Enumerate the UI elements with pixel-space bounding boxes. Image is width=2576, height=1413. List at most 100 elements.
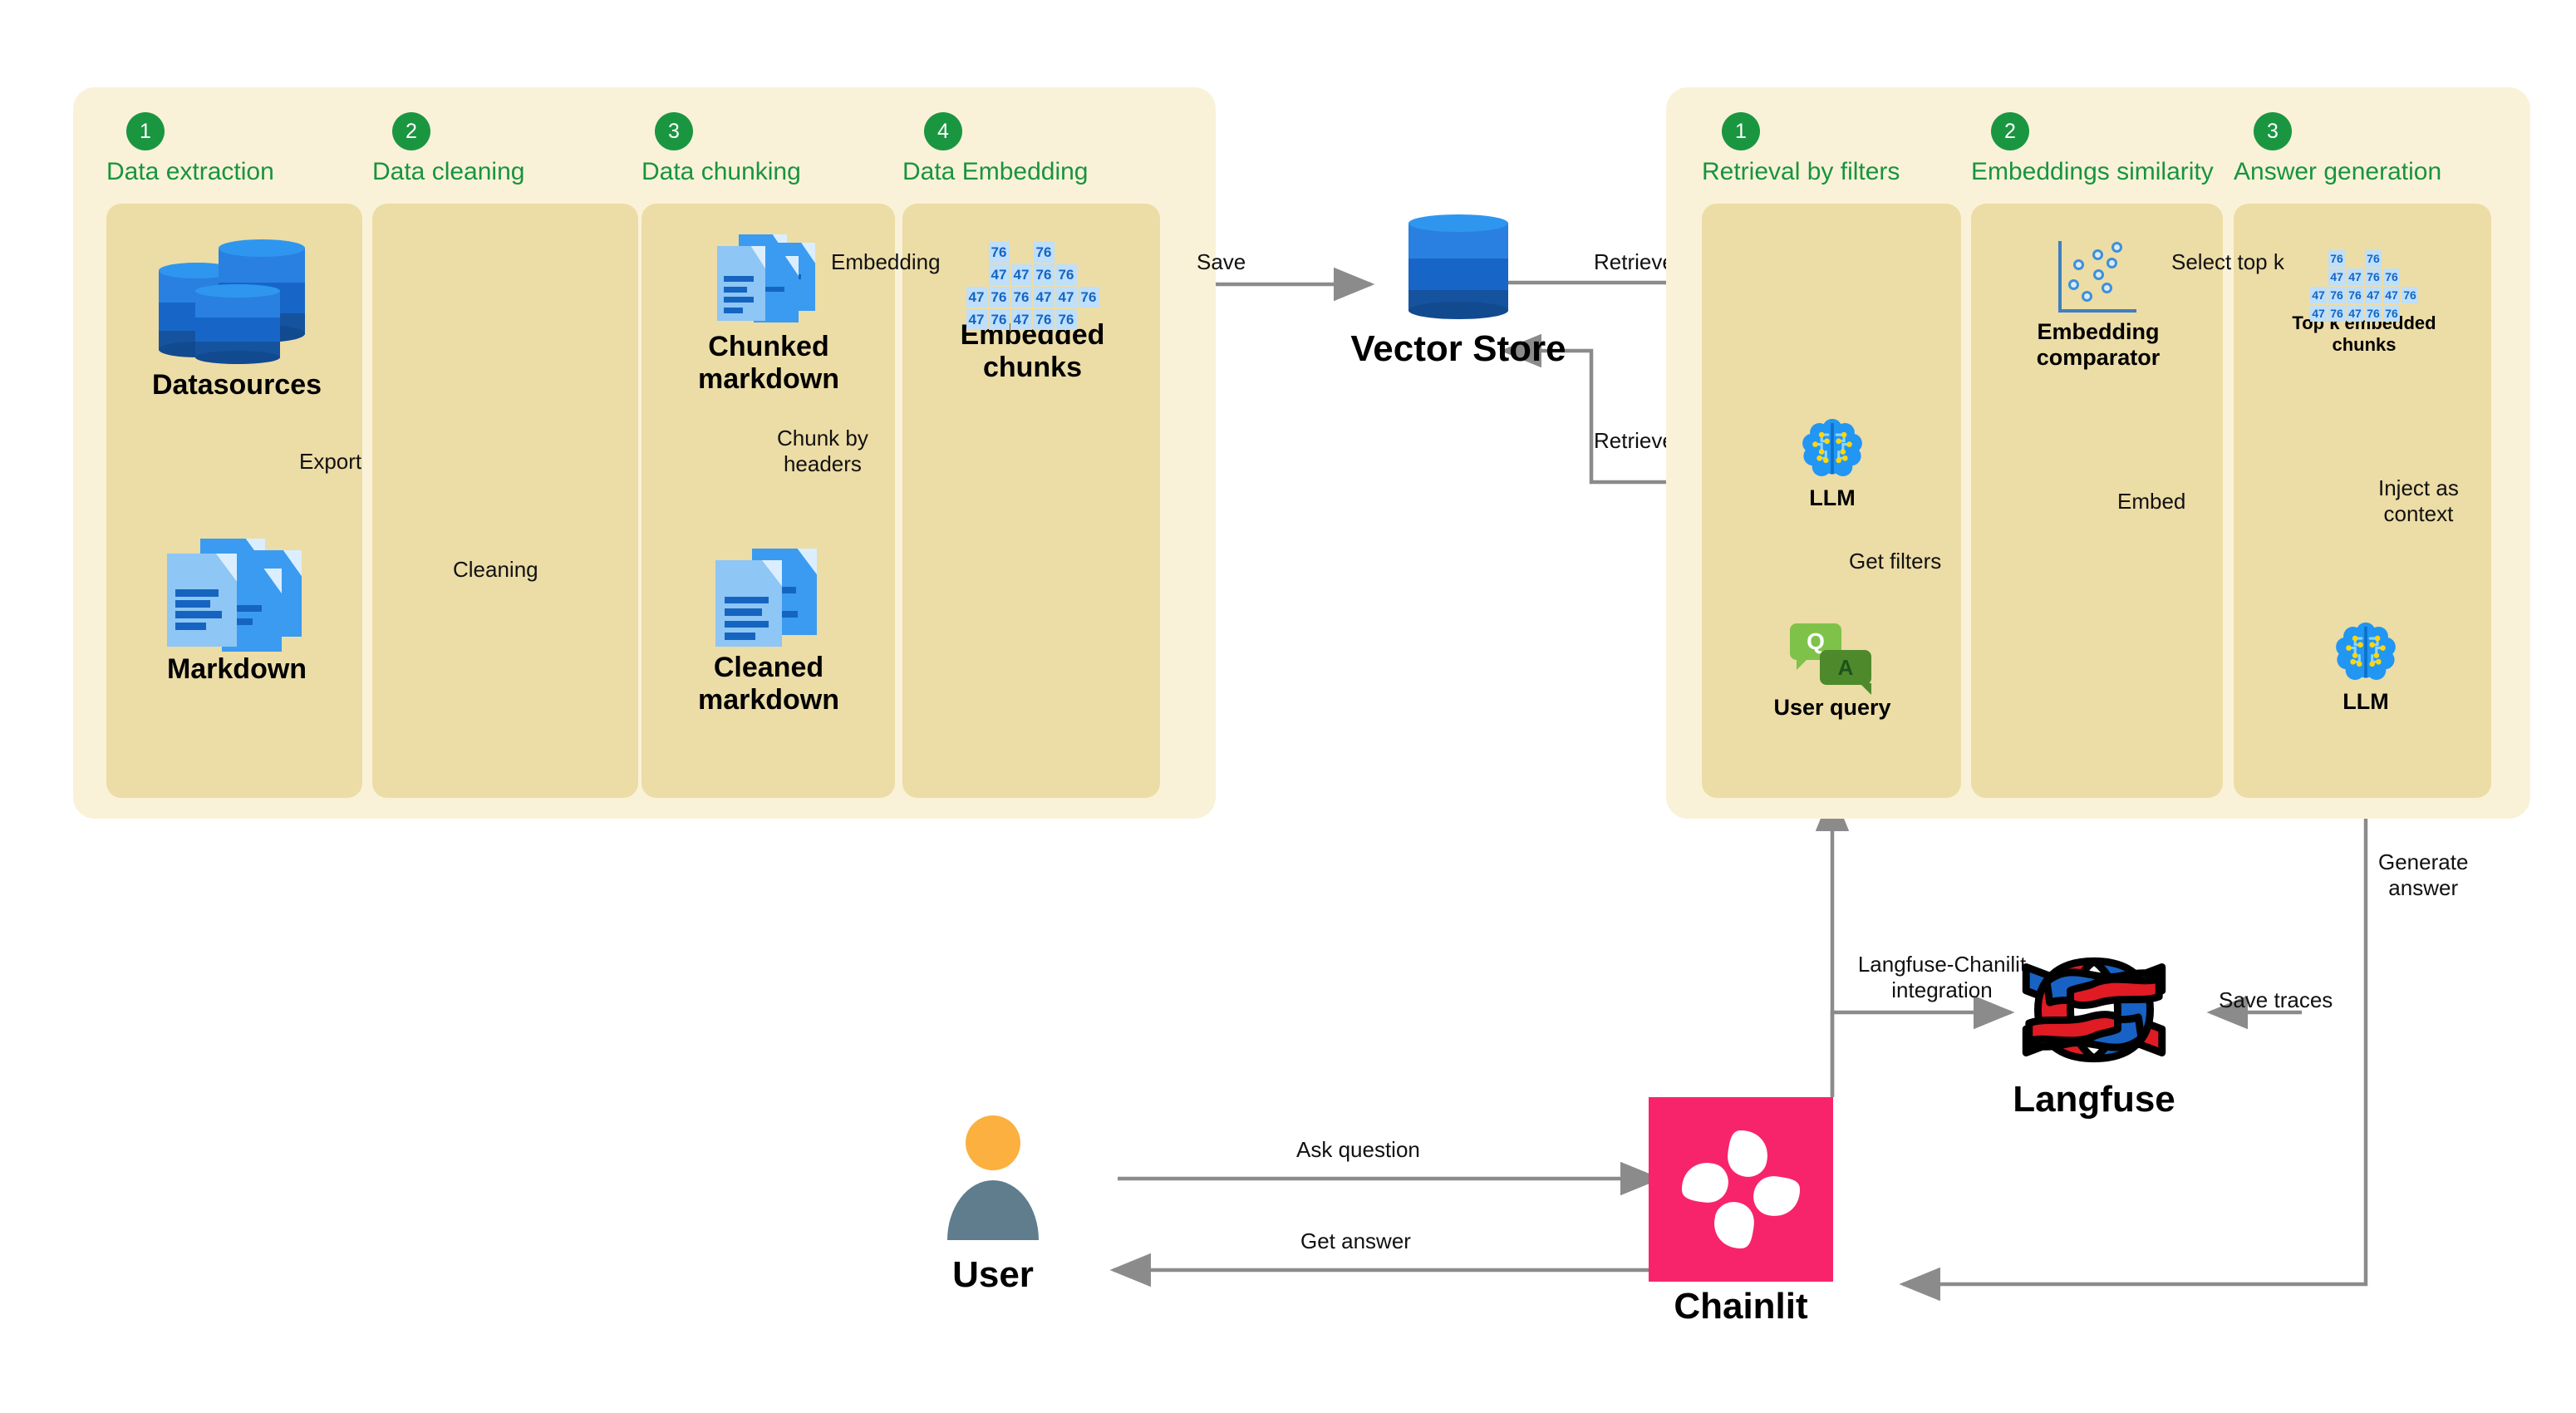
tile-grid: .76.76...47477676.4776764747764776477676… bbox=[2293, 249, 2435, 322]
tile-gap: . bbox=[1056, 242, 1077, 263]
tile-number: 76 bbox=[1033, 309, 1054, 330]
tile-number: 76 bbox=[988, 309, 1010, 330]
tile-gap: . bbox=[1079, 242, 1099, 263]
embedded-chunks-tile-grid-icon: .76.76...47477676.4776764747764776477676… bbox=[950, 241, 1116, 330]
tile-number: 76 bbox=[1055, 264, 1077, 285]
brain-icon bbox=[1798, 416, 1866, 484]
tile-number: 47 bbox=[988, 264, 1010, 285]
scatter-plot-icon bbox=[2055, 239, 2141, 316]
tile-gap: . bbox=[2401, 250, 2418, 267]
tile-gap: . bbox=[1079, 264, 1099, 285]
tile-number: 47 bbox=[966, 309, 987, 330]
tile-gap: . bbox=[2383, 250, 2400, 267]
node-llm-answer[interactable]: LLM bbox=[2303, 619, 2428, 715]
step-badge-data-extraction: 1 bbox=[126, 112, 165, 150]
tile-number: 76 bbox=[2383, 305, 2400, 322]
edge-label-get-answer: Get answer bbox=[1300, 1228, 1411, 1253]
step-label-data-chunking: Data chunking bbox=[642, 158, 801, 185]
edge-label-inject-as-context: Inject as context bbox=[2378, 475, 2459, 527]
edge-label-export: Export bbox=[299, 449, 362, 474]
edge-label-embed: Embed bbox=[2117, 489, 2186, 514]
edge-label-embedding: Embedding bbox=[831, 249, 941, 274]
edge-label-generate-answer: Generate answer bbox=[2378, 849, 2469, 901]
tile-number: 76 bbox=[2365, 268, 2382, 285]
chainlit-label: Chainlit bbox=[1674, 1286, 1808, 1327]
llm-filters-label: LLM bbox=[1809, 485, 1856, 510]
user-query-label: User query bbox=[1773, 695, 1891, 720]
tile-row: 4776477676. bbox=[2309, 304, 2419, 322]
tile-number: 47 bbox=[2310, 305, 2327, 322]
step-badge-data-embedding: 4 bbox=[924, 112, 962, 150]
step-badge-embeddings-similarity: 2 bbox=[1991, 112, 2029, 150]
top-k-chunks-tile-grid-icon: .76.76...47477676.4776764747764776477676… bbox=[2293, 249, 2435, 322]
step-label-retrieval-by-filters: Retrieval by filters bbox=[1702, 158, 1900, 185]
vector-store-label: Vector Store bbox=[1350, 328, 1566, 369]
tile-gap: . bbox=[2310, 268, 2327, 285]
tile-number: 47 bbox=[1010, 309, 1032, 330]
column-data-cleaning bbox=[372, 204, 638, 798]
tile-gap: . bbox=[966, 264, 987, 285]
tile-number: 47 bbox=[2310, 287, 2327, 303]
step-label-embeddings-similarity: Embeddings similarity bbox=[1971, 158, 2214, 185]
node-datasources[interactable]: Datasources bbox=[125, 231, 349, 401]
tile-row: 4776477676. bbox=[966, 308, 1100, 331]
tile-number: 76 bbox=[2328, 287, 2345, 303]
edge-label-get-filters: Get filters bbox=[1849, 549, 1942, 574]
edge-label-save-traces: Save traces bbox=[2219, 987, 2333, 1012]
tile-gap: . bbox=[2401, 305, 2418, 322]
markdown-label: Markdown bbox=[166, 653, 307, 685]
tile-number: 47 bbox=[2347, 268, 2363, 285]
tile-number: 47 bbox=[1055, 287, 1077, 308]
tile-row: 47 76 76 47 47 76 bbox=[966, 286, 1100, 308]
tile-number: 76 bbox=[2328, 250, 2345, 267]
tile-number: 47 bbox=[2383, 287, 2400, 303]
tile-number: 47 bbox=[2347, 305, 2363, 322]
step-badge-answer-generation: 3 bbox=[2254, 112, 2292, 150]
edge-label-cleaning: Cleaning bbox=[453, 557, 538, 582]
tile-number: 76 bbox=[1033, 242, 1054, 263]
step-label-data-extraction: Data extraction bbox=[106, 158, 274, 185]
tile-number: 76 bbox=[2383, 268, 2400, 285]
llm-answer-label: LLM bbox=[2342, 689, 2389, 714]
tile-number: 47 bbox=[1010, 264, 1032, 285]
tile-number: 76 bbox=[1078, 287, 1099, 308]
step-badge-retrieval-by-filters: 1 bbox=[1722, 112, 1760, 150]
node-langfuse[interactable]: Langfuse bbox=[1994, 943, 2194, 1120]
tile-number: 76 bbox=[988, 287, 1010, 308]
tile-row: .47477676. bbox=[966, 263, 1100, 286]
node-vector-store[interactable]: Vector Store bbox=[1330, 214, 1587, 370]
tile-number: 76 bbox=[1010, 287, 1032, 308]
step-label-data-cleaning: Data cleaning bbox=[372, 158, 525, 185]
edge-label-ask-question: Ask question bbox=[1296, 1137, 1420, 1162]
node-embedded-chunks[interactable]: .76.76...47477676.4776764747764776477676… bbox=[918, 241, 1147, 385]
tile-gap: . bbox=[2310, 250, 2327, 267]
edge-label-chunk-by-headers: Chunk by headers bbox=[777, 426, 868, 477]
step-label-answer-generation: Answer generation bbox=[2234, 158, 2442, 185]
chunked-markdown-label: Chunked markdown bbox=[697, 331, 840, 396]
tile-gap: . bbox=[966, 242, 987, 263]
node-top-k-embedded-chunks[interactable]: .76.76...47477676.4776764747764776477676… bbox=[2264, 249, 2464, 355]
tile-gap: . bbox=[1011, 242, 1032, 263]
datasources-label: Datasources bbox=[151, 369, 322, 401]
tile-row: 47 76 76 47 47 76 bbox=[2309, 286, 2419, 304]
tile-number: 76 bbox=[2365, 305, 2382, 322]
qa-bubbles-icon: Q A bbox=[1788, 623, 1876, 695]
chainlit-logo-icon bbox=[1649, 1097, 1833, 1282]
tile-number: 47 bbox=[2328, 268, 2345, 285]
node-cleaned-markdown[interactable]: Cleaned markdown bbox=[656, 549, 881, 717]
node-llm-filters[interactable]: LLM bbox=[1770, 416, 1895, 511]
node-user-query[interactable]: Q A User query bbox=[1766, 623, 1899, 721]
embedding-comparator-label: Embedding comparator bbox=[2036, 319, 2161, 371]
node-markdown[interactable]: Markdown bbox=[125, 539, 349, 686]
langfuse-label: Langfuse bbox=[2013, 1079, 2175, 1120]
tile-number: 76 bbox=[2401, 287, 2418, 303]
user-label: User bbox=[952, 1254, 1034, 1295]
cleaned-markdown-label: Cleaned markdown bbox=[697, 652, 840, 716]
step-badge-data-chunking: 3 bbox=[655, 112, 693, 150]
tile-row: .76.76.. bbox=[966, 241, 1100, 263]
tile-number: 47 bbox=[966, 287, 987, 308]
node-user[interactable]: User bbox=[906, 1114, 1080, 1296]
tile-row: .76.76.. bbox=[2309, 249, 2419, 268]
edge-label-save: Save bbox=[1197, 249, 1246, 274]
node-chainlit[interactable]: Chainlit bbox=[1641, 1097, 1841, 1327]
